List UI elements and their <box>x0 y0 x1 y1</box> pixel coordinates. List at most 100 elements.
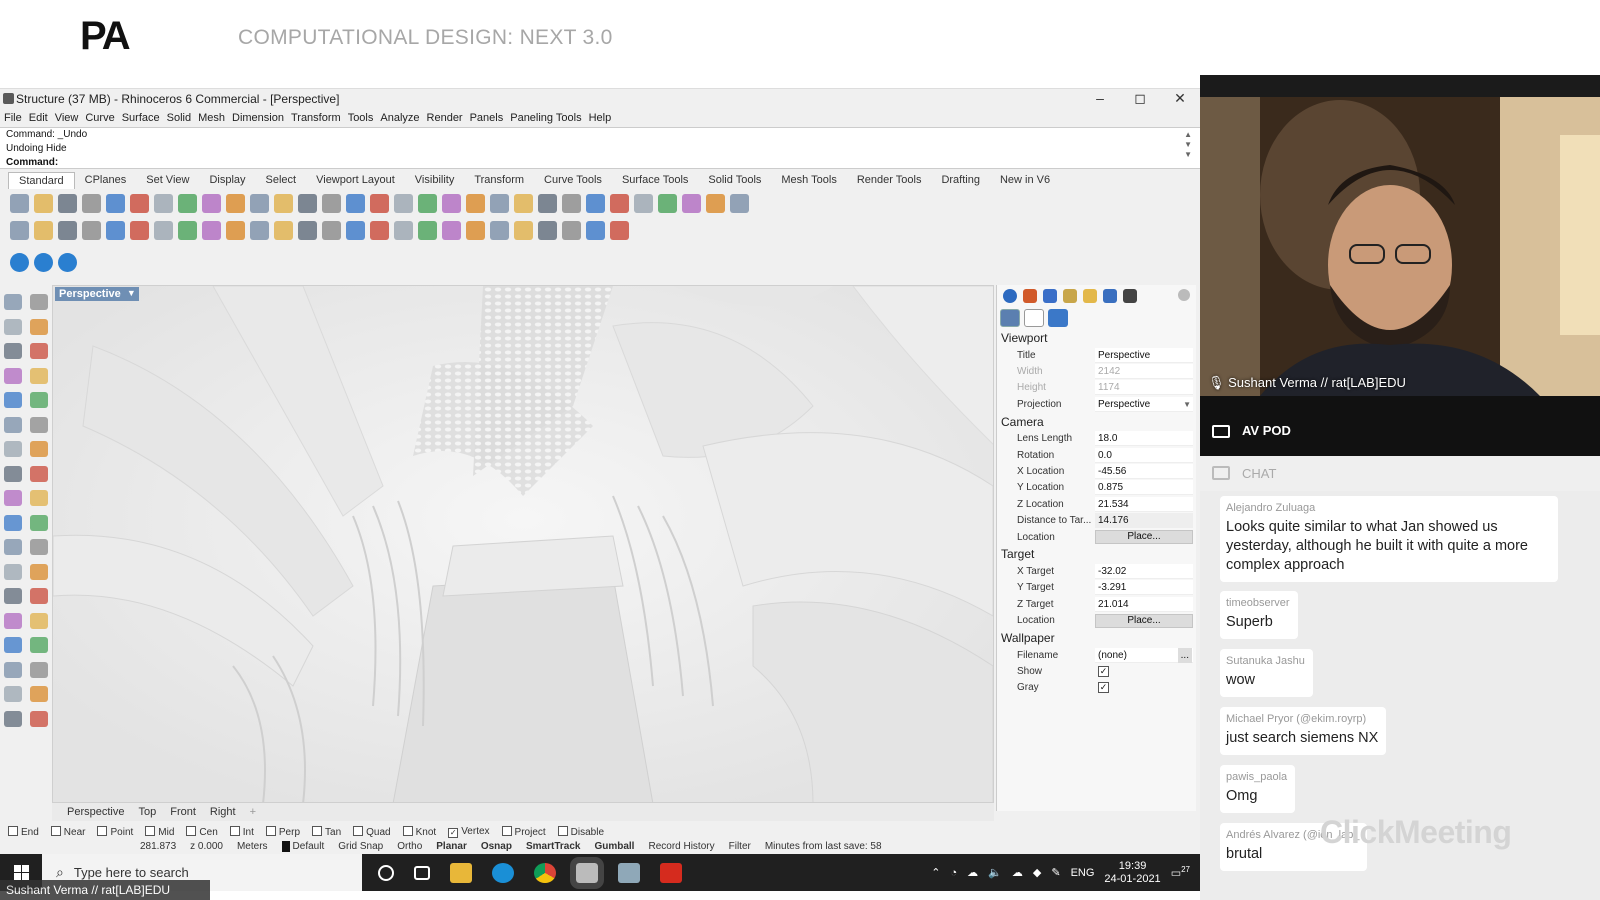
tab-drafting[interactable]: Drafting <box>931 172 990 189</box>
zoom-extents-icon[interactable] <box>322 193 341 213</box>
monitor-icon[interactable] <box>1123 289 1137 303</box>
text-icon[interactable] <box>30 539 48 555</box>
patch-icon[interactable] <box>226 220 245 240</box>
loft-icon[interactable] <box>178 220 197 240</box>
checkbox-icon[interactable]: ✓ <box>448 827 459 838</box>
mesh-icon[interactable] <box>4 465 22 482</box>
support-icon[interactable] <box>730 193 749 213</box>
help-icon[interactable] <box>706 193 725 213</box>
tab-cplanes[interactable]: CPlanes <box>75 172 137 189</box>
tab-display[interactable]: Display <box>199 172 255 189</box>
checkbox-icon[interactable] <box>402 825 413 836</box>
coordinate-z[interactable]: z 0.000 <box>190 841 223 852</box>
title-field[interactable]: Perspective <box>1095 347 1193 363</box>
polyline-icon[interactable] <box>4 318 22 335</box>
checkbox-icon[interactable] <box>186 825 197 836</box>
clock[interactable]: 19:39 24-01-2021 <box>1104 860 1160 886</box>
menu-item-edit[interactable]: Edit <box>29 112 48 124</box>
tab-surface-tools[interactable]: Surface Tools <box>612 172 698 189</box>
chevron-up-icon[interactable]: ⌃ <box>931 866 940 879</box>
tab-new-in-v6[interactable]: New in V6 <box>990 172 1060 189</box>
lens-field[interactable]: 18.0 <box>1095 431 1193 447</box>
fillet-icon[interactable] <box>4 686 22 702</box>
folder-icon[interactable] <box>1083 289 1097 303</box>
menu-item-tools[interactable]: Tools <box>348 112 374 124</box>
x-location-field[interactable]: -45.56 <box>1095 464 1193 480</box>
checkbox-icon[interactable] <box>50 825 61 836</box>
checkbox-icon[interactable] <box>312 825 323 836</box>
move-icon[interactable] <box>30 490 48 506</box>
target-place-button[interactable]: Place... <box>1095 613 1193 628</box>
box-icon[interactable] <box>10 220 29 240</box>
curvature-icon[interactable] <box>30 563 48 580</box>
trim-icon[interactable] <box>370 220 389 240</box>
rotation-field[interactable]: 0.0 <box>1095 447 1193 463</box>
shell-icon[interactable] <box>466 220 485 240</box>
render-icon[interactable] <box>4 588 22 604</box>
menu-item-render[interactable]: Render <box>427 112 463 124</box>
menu-item-mesh[interactable]: Mesh <box>198 112 225 124</box>
status-grid-snap[interactable]: Grid Snap <box>338 841 383 852</box>
rectangle-icon[interactable] <box>30 318 48 335</box>
checkbox-icon[interactable] <box>145 825 156 836</box>
osnap-point[interactable]: Point <box>97 825 133 838</box>
close-button[interactable]: ✕ <box>1160 89 1200 109</box>
settings-icon[interactable] <box>1178 289 1190 301</box>
status-gumball[interactable]: Gumball <box>594 841 634 852</box>
distance-field[interactable]: 14.176 <box>1095 513 1193 529</box>
viewports-icon[interactable] <box>394 193 413 213</box>
cone-icon[interactable] <box>82 220 101 240</box>
menu-item-curve[interactable]: Curve <box>85 112 114 124</box>
osnap-disable[interactable]: Disable <box>557 825 604 838</box>
surface-icon[interactable] <box>4 416 22 433</box>
osnap-perp[interactable]: Perp <box>265 825 300 838</box>
chamfer-icon[interactable] <box>298 220 317 240</box>
contour-icon[interactable] <box>610 220 629 240</box>
light-icon[interactable] <box>30 588 48 604</box>
tab-solid-tools[interactable]: Solid Tools <box>698 172 771 189</box>
lock-icon[interactable] <box>490 193 509 213</box>
status-minutes-from-last-save-58[interactable]: Minutes from last save: 58 <box>765 841 882 852</box>
pen-icon[interactable]: ✎ <box>1051 866 1060 879</box>
analyze-icon[interactable] <box>4 563 22 580</box>
tab-mesh-tools[interactable]: Mesh Tools <box>771 172 846 189</box>
select-icon[interactable] <box>442 193 461 213</box>
save-icon[interactable] <box>58 193 77 213</box>
gumball-icon[interactable] <box>634 193 653 213</box>
viewport-tab-right[interactable]: Right <box>203 806 243 818</box>
status-osnap[interactable]: Osnap <box>481 841 512 852</box>
tab-curve-tools[interactable]: Curve Tools <box>534 172 612 189</box>
arc-icon[interactable] <box>4 367 22 384</box>
properties-icon[interactable] <box>1003 289 1017 303</box>
cut-icon[interactable] <box>130 193 149 213</box>
add-viewport-icon[interactable]: + <box>243 806 263 818</box>
select-arrow-icon[interactable] <box>4 294 22 310</box>
network-icon[interactable] <box>202 220 221 240</box>
point-icon[interactable] <box>30 294 48 310</box>
menu-item-dimension[interactable]: Dimension <box>232 112 284 124</box>
paste-icon[interactable] <box>178 193 197 213</box>
coordinate-y[interactable]: 281.873 <box>140 841 176 852</box>
print-icon[interactable] <box>82 193 101 213</box>
layers-icon[interactable] <box>514 193 533 213</box>
frame-icon[interactable] <box>1024 309 1044 327</box>
polygon-icon[interactable] <box>30 367 48 384</box>
blend-icon[interactable] <box>250 220 269 240</box>
menu-item-paneling-tools[interactable]: Paneling Tools <box>510 112 581 124</box>
tab-render-tools[interactable]: Render Tools <box>847 172 932 189</box>
cylinder-icon[interactable] <box>58 220 77 240</box>
display-icon[interactable] <box>1043 289 1057 303</box>
boolean-icon[interactable] <box>322 220 341 240</box>
osnap-quad[interactable]: Quad <box>353 825 391 838</box>
menu-item-file[interactable]: File <box>4 112 22 124</box>
ellipse-icon[interactable] <box>30 343 48 359</box>
language-indicator[interactable]: ENG <box>1071 867 1095 879</box>
rhino-taskbar-icon[interactable] <box>570 856 604 889</box>
revolve-icon[interactable] <box>130 220 149 240</box>
tools-icon[interactable] <box>1048 309 1068 327</box>
move-view-icon[interactable] <box>250 193 269 213</box>
explode-icon[interactable] <box>418 220 437 240</box>
z-location-field[interactable]: 21.534 <box>1095 496 1193 512</box>
status-smarttrack[interactable]: SmartTrack <box>526 841 580 852</box>
checkbox-icon[interactable] <box>229 825 240 836</box>
